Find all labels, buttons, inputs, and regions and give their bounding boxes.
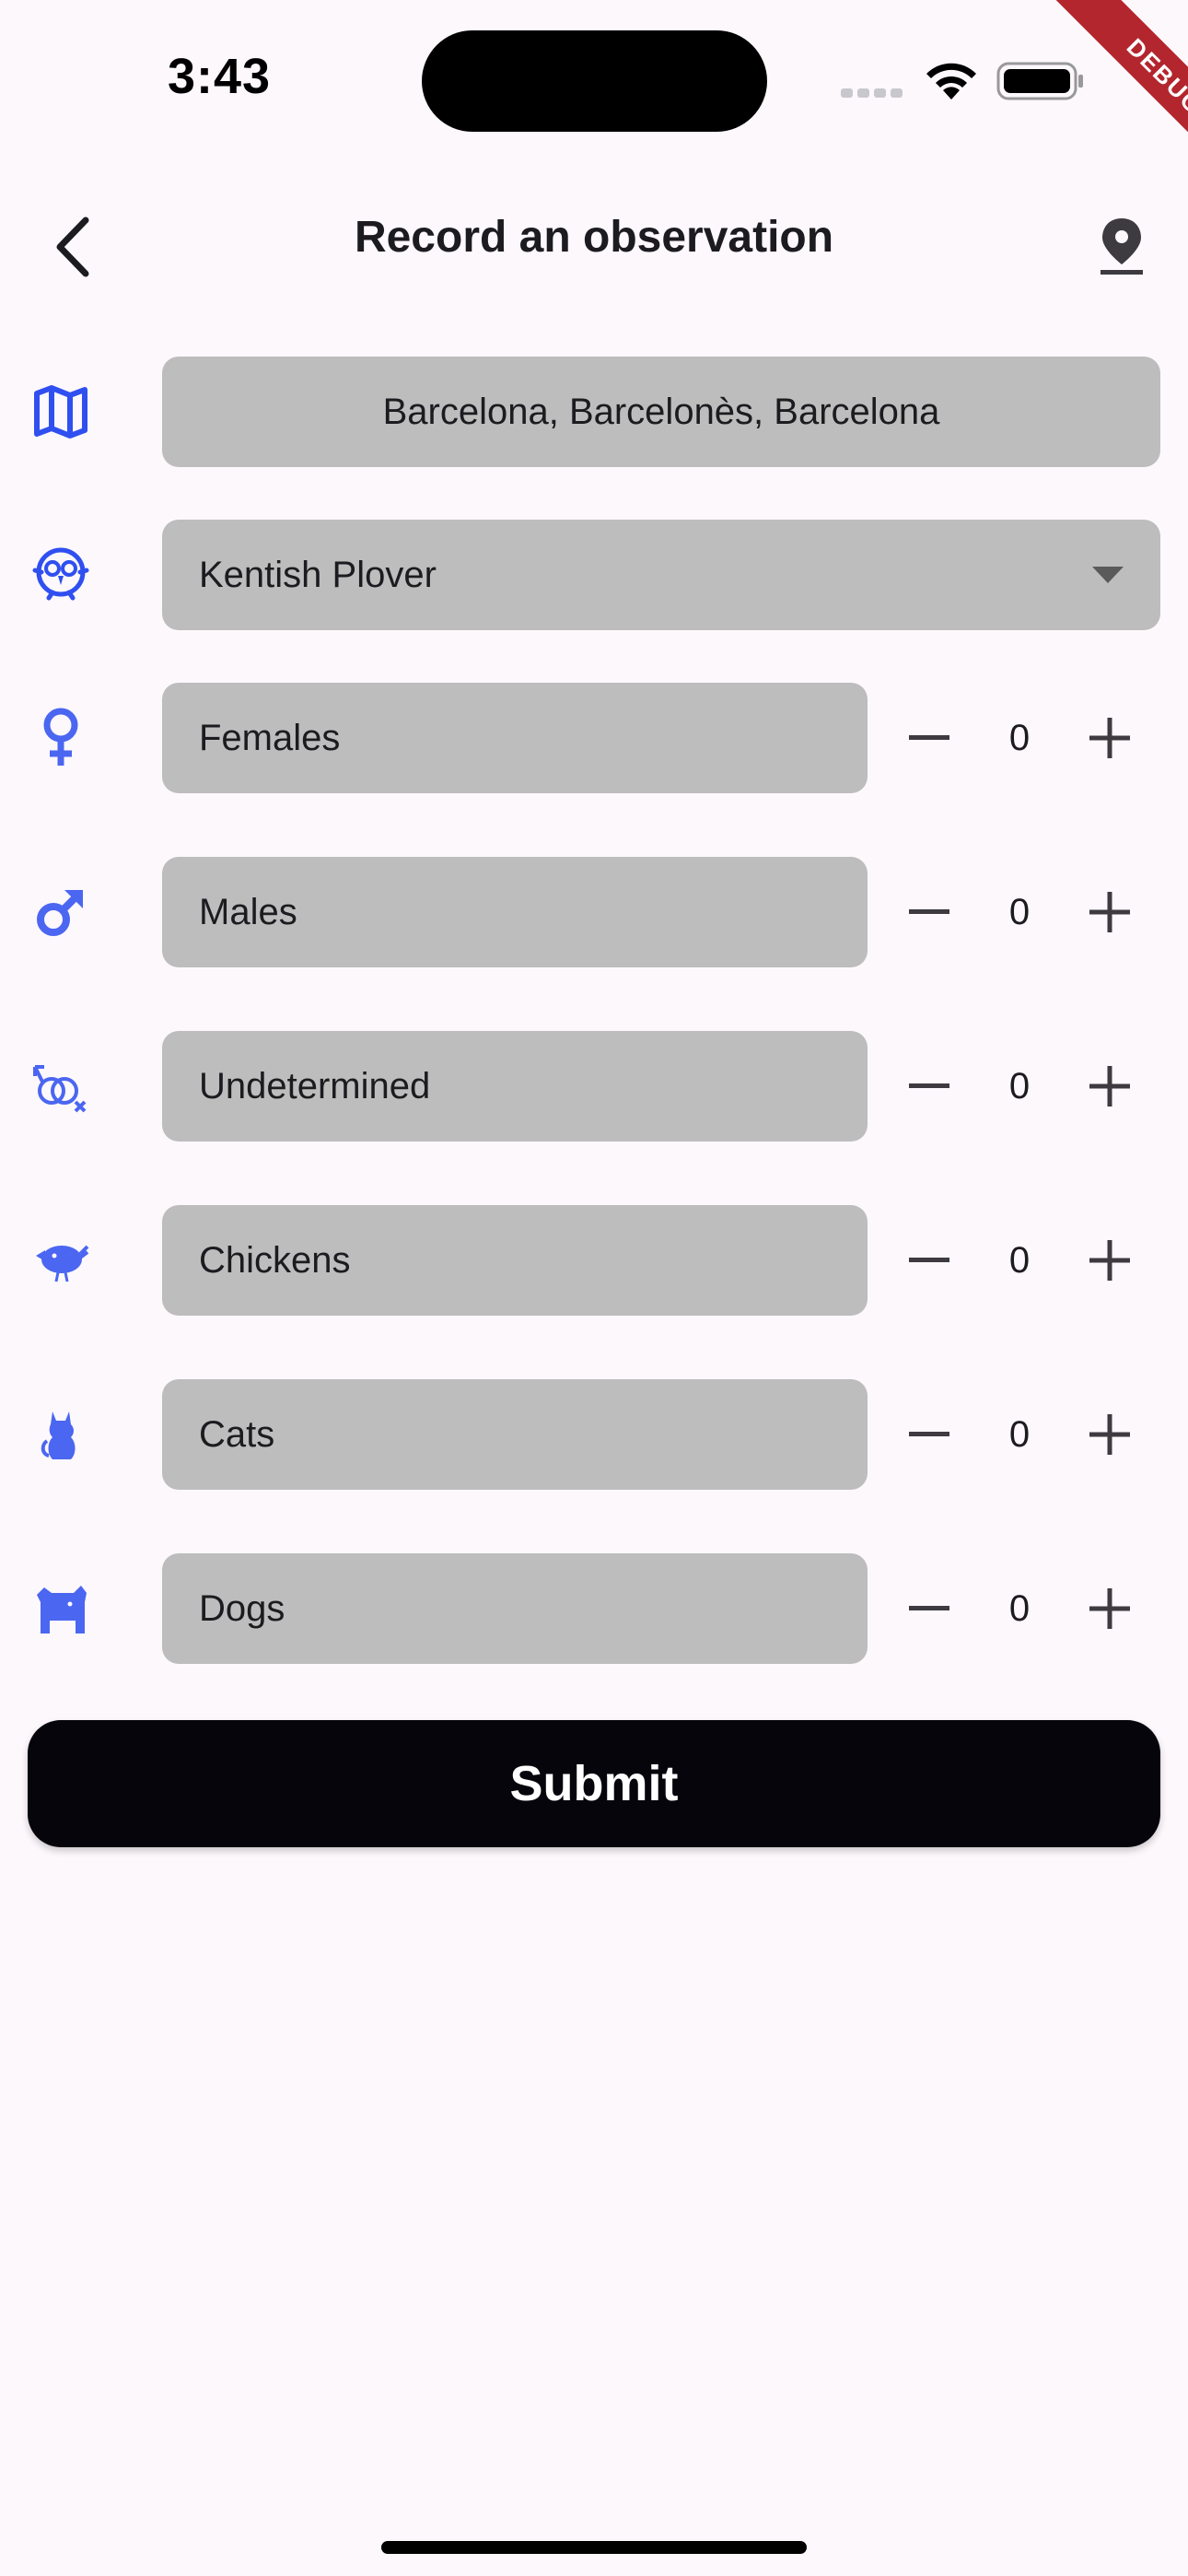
dynamic-island — [422, 30, 767, 132]
minus-icon — [909, 1258, 949, 1262]
female-icon — [24, 700, 98, 774]
minus-icon — [909, 1432, 949, 1436]
dropdown-arrow-icon — [1092, 567, 1124, 583]
females-decrement-button[interactable] — [895, 704, 963, 772]
dog-icon — [24, 1573, 98, 1646]
location-button[interactable] — [1076, 201, 1168, 293]
chick-icon — [24, 1224, 98, 1298]
cats-field[interactable]: Cats — [162, 1379, 868, 1490]
minus-icon — [909, 1606, 949, 1610]
species-dropdown[interactable]: Kentish Plover — [162, 520, 1160, 630]
minus-icon — [909, 909, 949, 914]
cats-stepper: 0 — [895, 1379, 1144, 1490]
gender-undetermined-icon — [24, 1050, 98, 1124]
cat-icon — [24, 1399, 98, 1472]
location-value: Barcelona, Barcelonès, Barcelona — [382, 391, 940, 432]
location-field[interactable]: Barcelona, Barcelonès, Barcelona — [162, 357, 1160, 467]
females-stepper: 0 — [895, 683, 1144, 793]
undetermined-stepper: 0 — [895, 1031, 1144, 1142]
page-title: Record an observation — [354, 213, 834, 262]
cats-count: 0 — [1008, 1413, 1031, 1455]
plus-icon — [1089, 718, 1130, 758]
minus-icon — [909, 1083, 949, 1088]
dogs-count: 0 — [1008, 1587, 1031, 1629]
species-selected: Kentish Plover — [199, 554, 437, 595]
females-field[interactable]: Females — [162, 683, 868, 793]
submit-button[interactable]: Submit — [28, 1720, 1160, 1847]
females-increment-button[interactable] — [1076, 704, 1144, 772]
cats-increment-button[interactable] — [1076, 1400, 1144, 1469]
males-field[interactable]: Males — [162, 857, 868, 967]
chickens-stepper: 0 — [895, 1205, 1144, 1316]
chickens-field[interactable]: Chickens — [162, 1205, 868, 1316]
map-pin-icon — [1101, 218, 1143, 275]
home-indicator — [381, 2541, 807, 2554]
dogs-field[interactable]: Dogs — [162, 1553, 868, 1664]
plus-icon — [1089, 1066, 1130, 1107]
males-count: 0 — [1008, 891, 1031, 932]
dogs-label: Dogs — [199, 1587, 285, 1629]
cats-label: Cats — [199, 1413, 275, 1455]
females-count: 0 — [1008, 717, 1031, 758]
battery-icon — [996, 62, 1083, 100]
males-decrement-button[interactable] — [895, 878, 963, 946]
males-stepper: 0 — [895, 857, 1144, 967]
chickens-increment-button[interactable] — [1076, 1226, 1144, 1294]
females-label: Females — [199, 717, 341, 758]
status-time: 3:43 — [168, 49, 272, 104]
undetermined-field[interactable]: Undetermined — [162, 1031, 868, 1142]
plus-icon — [1089, 1414, 1130, 1455]
plus-icon — [1089, 1588, 1130, 1629]
undetermined-count: 0 — [1008, 1065, 1031, 1107]
minus-icon — [909, 735, 949, 740]
males-increment-button[interactable] — [1076, 878, 1144, 946]
map-icon — [24, 375, 98, 449]
plus-icon — [1089, 1240, 1130, 1281]
undetermined-increment-button[interactable] — [1076, 1052, 1144, 1120]
undetermined-decrement-button[interactable] — [895, 1052, 963, 1120]
wifi-icon — [926, 63, 976, 100]
bird-face-icon — [24, 538, 98, 612]
cats-decrement-button[interactable] — [895, 1400, 963, 1469]
dogs-increment-button[interactable] — [1076, 1575, 1144, 1643]
plus-icon — [1089, 892, 1130, 932]
chickens-decrement-button[interactable] — [895, 1226, 963, 1294]
chickens-count: 0 — [1008, 1239, 1031, 1281]
cellular-signal-icon — [841, 86, 907, 102]
undetermined-label: Undetermined — [199, 1065, 431, 1107]
males-label: Males — [199, 891, 297, 932]
debug-banner: DEBUG — [1031, 0, 1188, 210]
dogs-decrement-button[interactable] — [895, 1575, 963, 1643]
male-icon — [24, 875, 98, 949]
chickens-label: Chickens — [199, 1239, 351, 1281]
dogs-stepper: 0 — [895, 1553, 1144, 1664]
